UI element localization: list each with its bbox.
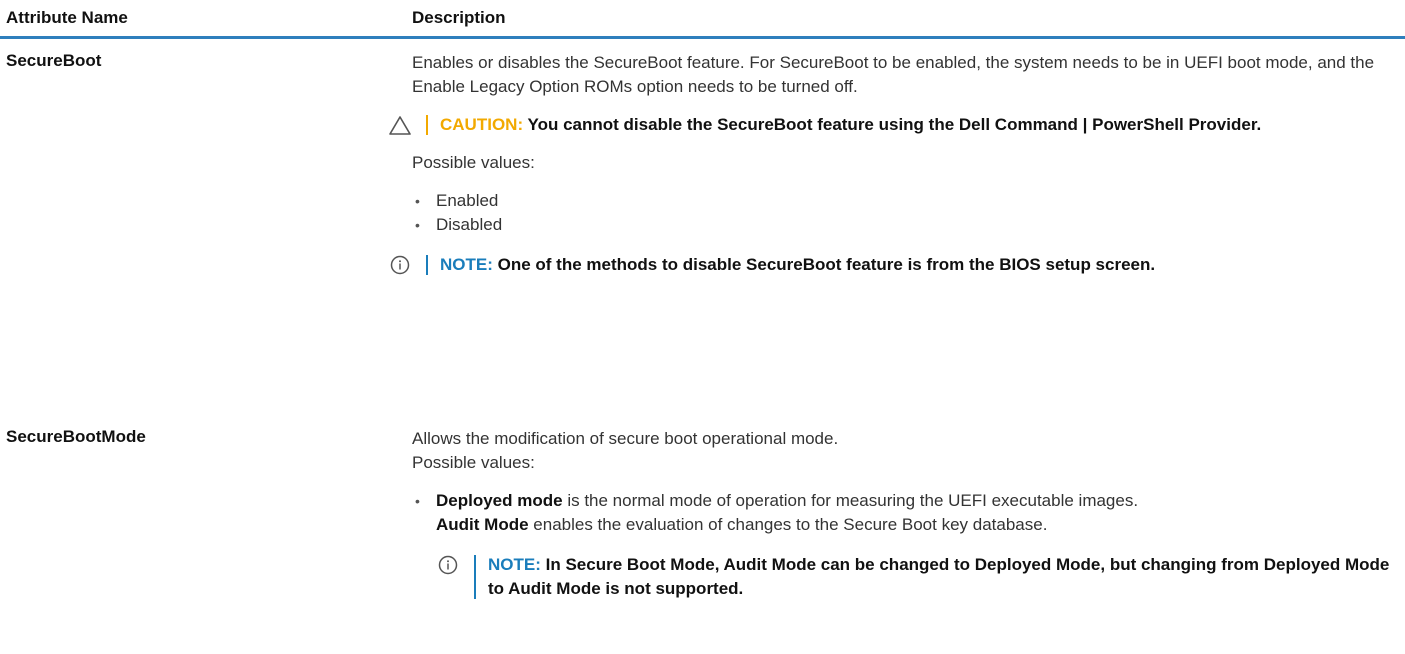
description-text: Enables or disables the SecureBoot featu… bbox=[412, 53, 1375, 96]
description-text: Allows the modification of secure boot o… bbox=[412, 429, 839, 448]
note-admonition: NOTE: In Secure Boot Mode, Audit Mode ca… bbox=[436, 553, 1397, 601]
values-list: • Enabled • Disabled bbox=[412, 189, 1397, 237]
attribute-description: Allows the modification of secure boot o… bbox=[412, 427, 1397, 601]
audit-mode-term: Audit Mode bbox=[436, 515, 529, 534]
deployed-mode-text: is the normal mode of operation for meas… bbox=[567, 491, 1139, 510]
caution-triangle-icon bbox=[388, 113, 412, 137]
note-label: NOTE: bbox=[440, 255, 493, 274]
possible-values-label: Possible values: bbox=[412, 153, 535, 172]
column-header-attribute-name: Attribute Name bbox=[6, 8, 128, 27]
list-item: • Enabled bbox=[415, 191, 499, 210]
possible-values-label: Possible values: bbox=[412, 453, 535, 472]
info-circle-icon bbox=[436, 553, 460, 577]
note-bar bbox=[426, 255, 428, 275]
values-list: • Deployed mode is the normal mode of op… bbox=[412, 489, 1397, 601]
attribute-description: Enables or disables the SecureBoot featu… bbox=[389, 51, 1397, 277]
info-circle-icon bbox=[388, 253, 412, 277]
column-header-description: Description bbox=[412, 8, 506, 27]
attribute-name: SecureBoot bbox=[6, 51, 102, 70]
note-admonition: NOTE: One of the methods to disable Secu… bbox=[388, 253, 1397, 277]
attribute-name: SecureBootMode bbox=[6, 427, 146, 446]
list-item: • Deployed mode is the normal mode of op… bbox=[412, 489, 1397, 601]
table-header: Attribute Name Description bbox=[0, 0, 1405, 39]
note-label: NOTE: bbox=[488, 555, 541, 574]
list-item: • Disabled bbox=[415, 215, 503, 234]
caution-label: CAUTION: bbox=[440, 115, 524, 134]
deployed-mode-term: Deployed mode bbox=[436, 491, 563, 510]
note-bar bbox=[474, 555, 476, 599]
audit-mode-text: enables the evaluation of changes to the… bbox=[533, 515, 1048, 534]
caution-text: You cannot disable the SecureBoot featur… bbox=[527, 115, 1262, 134]
caution-admonition: CAUTION: You cannot disable the SecureBo… bbox=[388, 113, 1397, 137]
note-text: One of the methods to disable SecureBoot… bbox=[497, 255, 1156, 274]
caution-bar bbox=[426, 115, 428, 135]
note-text: In Secure Boot Mode, Audit Mode can be c… bbox=[488, 555, 1390, 598]
